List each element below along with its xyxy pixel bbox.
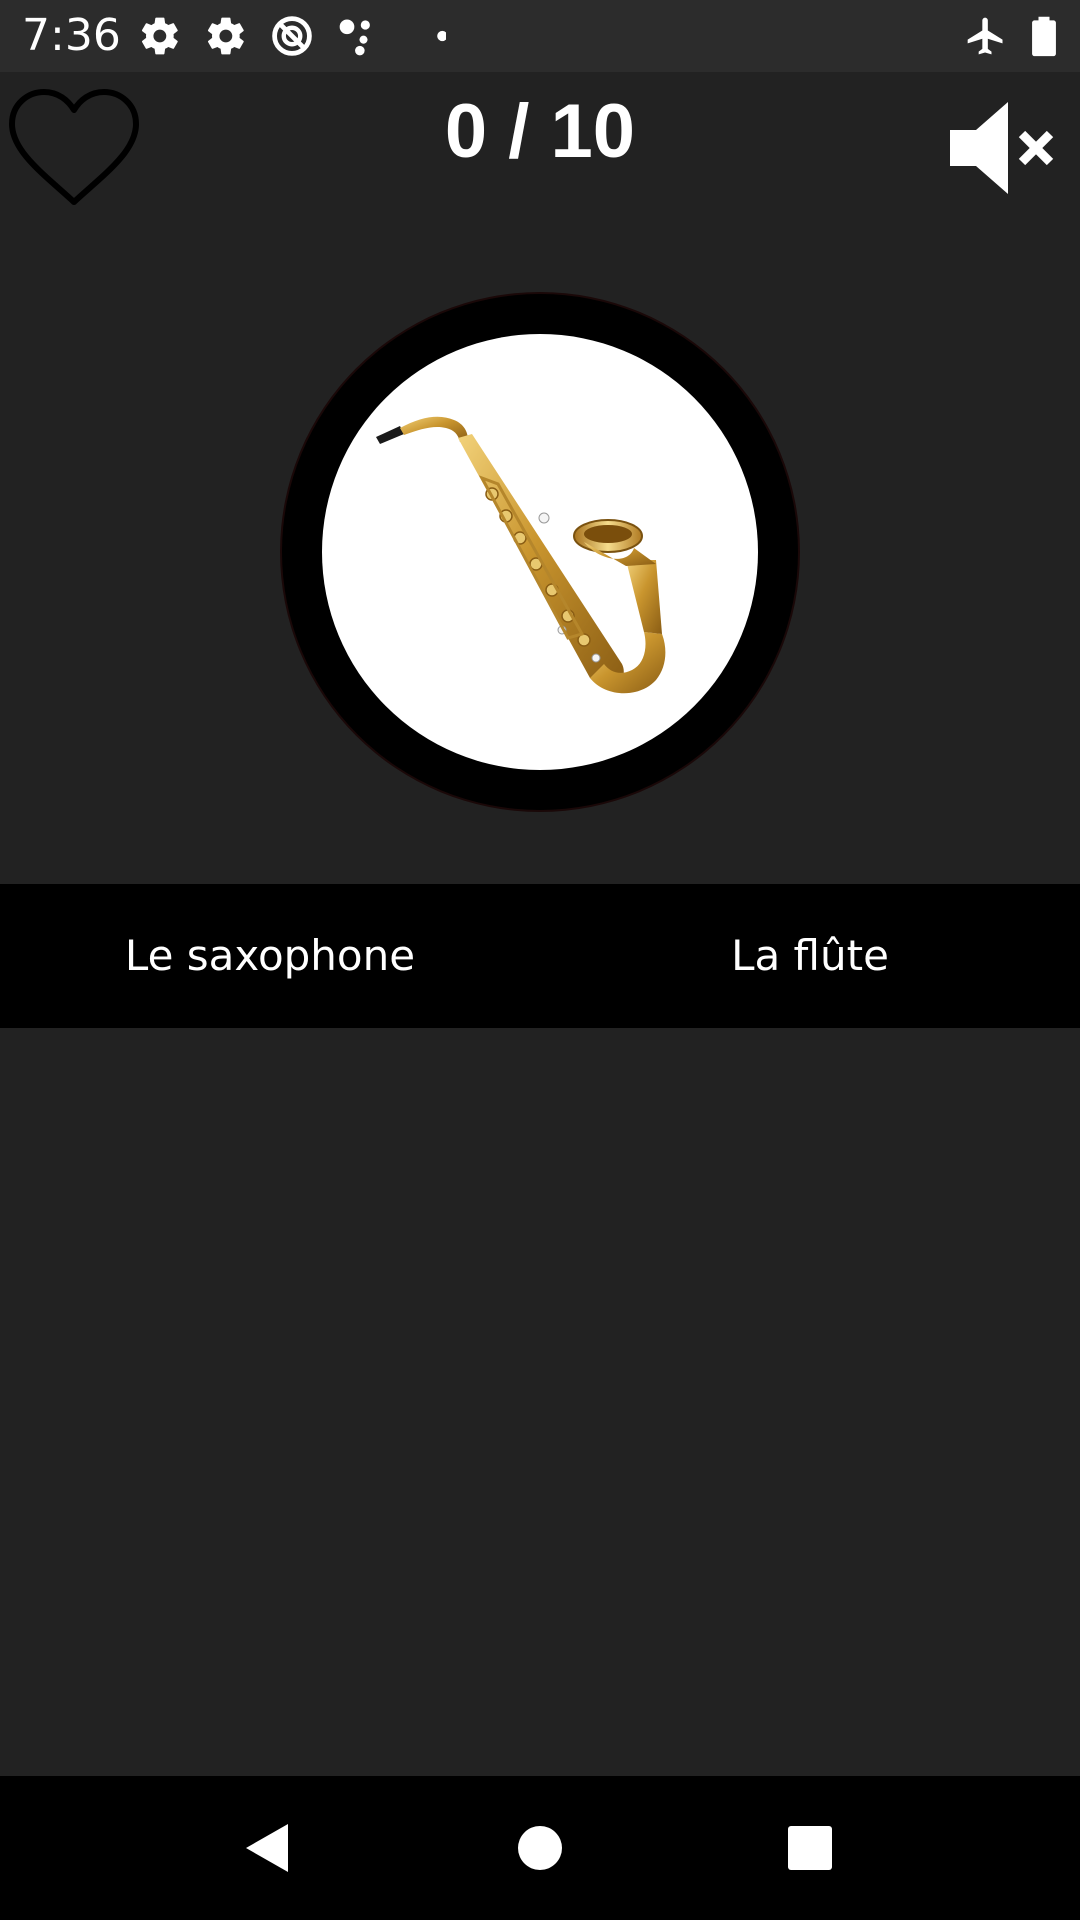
- status-time: 7:36: [22, 10, 121, 61]
- recents-icon[interactable]: [774, 1812, 846, 1884]
- home-icon[interactable]: [504, 1812, 576, 1884]
- answer-option-left[interactable]: Le saxophone: [0, 884, 540, 1028]
- battery-icon: [1032, 16, 1056, 57]
- question-image: [322, 334, 758, 770]
- do-not-disturb-icon: [272, 16, 312, 56]
- settings-icon: [141, 17, 178, 55]
- status-bar: 7:36: [0, 0, 1080, 72]
- notification-dot-icon: [437, 30, 446, 42]
- top-bar: 0 / 10: [0, 72, 1080, 222]
- volume-muted-icon[interactable]: [948, 100, 1058, 196]
- assistant-dots-icon: [339, 19, 370, 56]
- airplane-mode-icon: [967, 17, 1003, 55]
- saxophone-illustration: [376, 416, 666, 694]
- answer-option-right[interactable]: La flûte: [540, 884, 1080, 1028]
- question-image-frame: [282, 294, 798, 810]
- heart-outline-icon[interactable]: [6, 86, 142, 212]
- quiz-screen: 7:36 0 / 10 Le saxophone La flûte: [0, 0, 1080, 1920]
- answer-bar: Le saxophone La flûte: [0, 884, 1080, 1028]
- navigation-bar: [0, 1776, 1080, 1920]
- score-counter: 0 / 10: [444, 89, 636, 174]
- settings-icon: [207, 17, 244, 55]
- back-icon[interactable]: [232, 1812, 304, 1884]
